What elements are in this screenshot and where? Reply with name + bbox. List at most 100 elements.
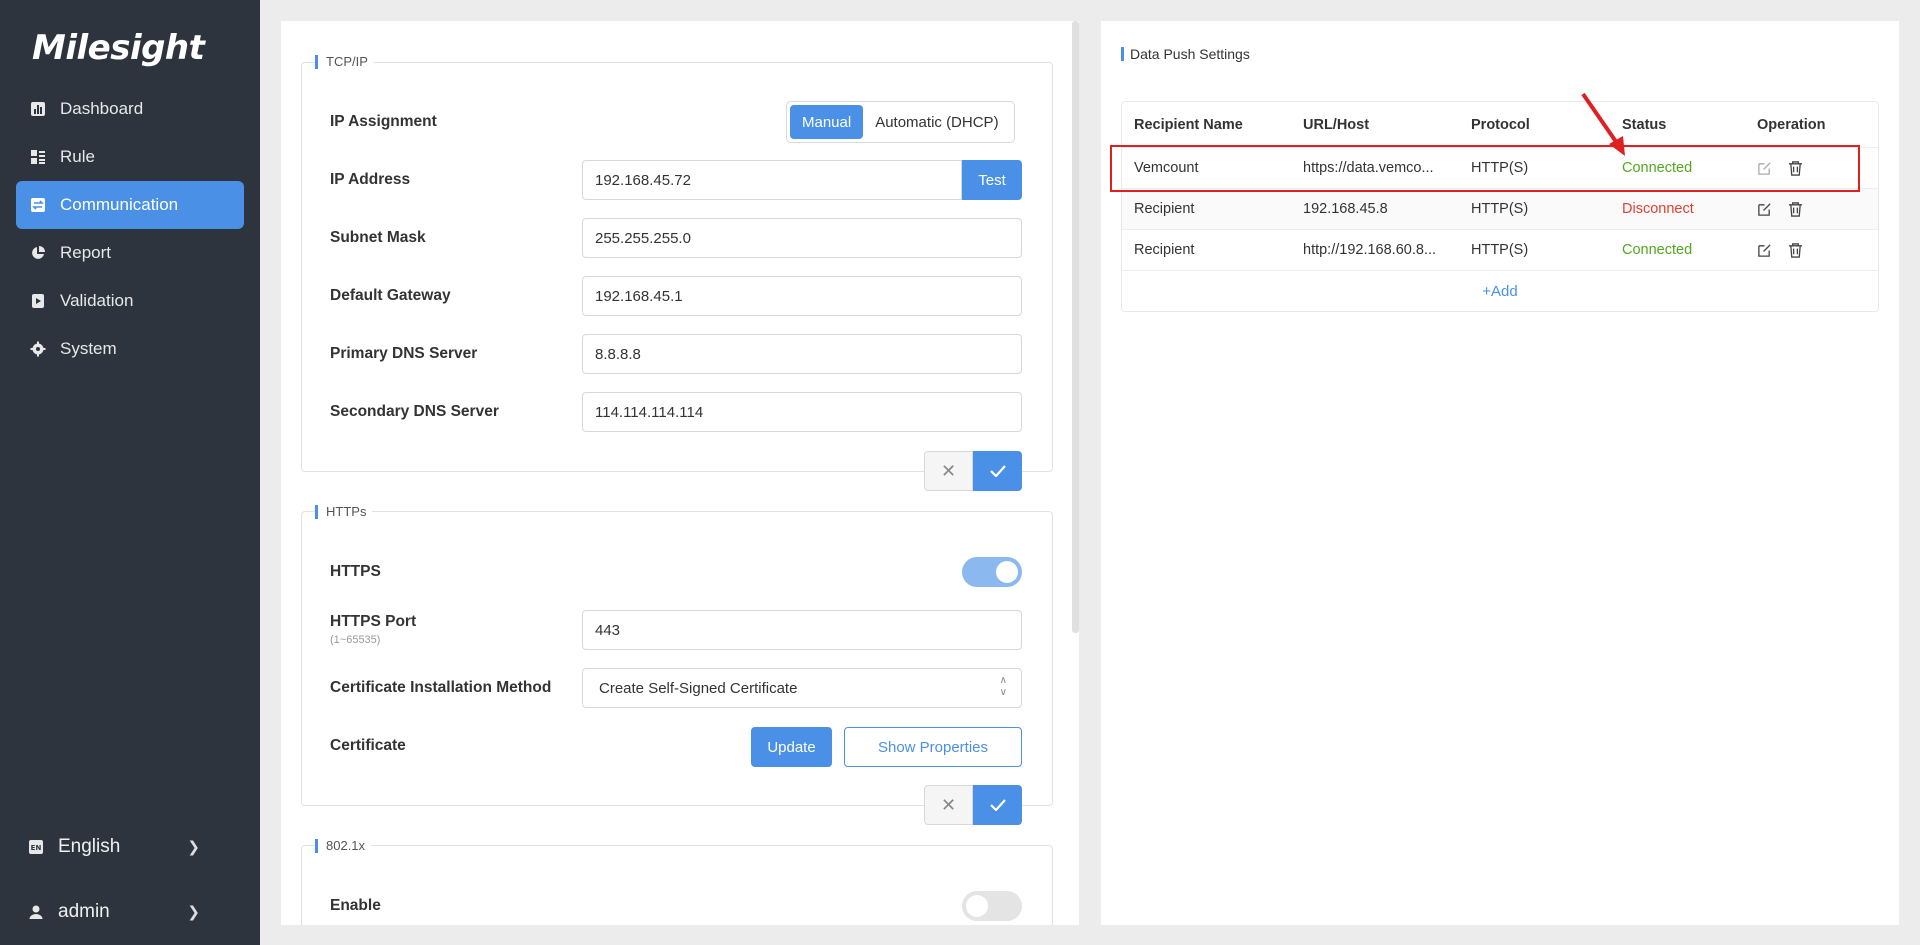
milesight-logo: Milesight bbox=[32, 28, 205, 68]
table-row: Recipient 192.168.45.8 HTTP(S) Disconnec… bbox=[1122, 189, 1878, 230]
tcpip-cancel-button[interactable]: ✕ bbox=[924, 451, 973, 491]
default-gateway-input[interactable]: 192.168.45.1 bbox=[582, 276, 1022, 316]
update-button[interactable]: Update bbox=[751, 727, 832, 767]
col-operation: Operation bbox=[1757, 116, 1826, 133]
https-port-label-text: HTTPS Port bbox=[330, 613, 417, 630]
delete-icon[interactable] bbox=[1788, 242, 1803, 258]
dot1x-fieldset bbox=[301, 845, 1053, 925]
tcpip-action-buttons: ✕ bbox=[924, 451, 1022, 491]
subnet-mask-label: Subnet Mask bbox=[330, 229, 426, 246]
secondary-dns-input[interactable]: 114.114.114.114 bbox=[582, 392, 1022, 432]
toggle-knob bbox=[996, 561, 1018, 583]
chevron-right-icon: ❯ bbox=[187, 904, 200, 921]
ip-assignment-label: IP Assignment bbox=[330, 113, 437, 130]
edit-icon[interactable] bbox=[1757, 243, 1772, 258]
cert-method-select[interactable]: Create Self-Signed Certificate ∧ ∨ bbox=[582, 668, 1022, 708]
check-icon bbox=[989, 465, 1006, 477]
col-url-host: URL/Host bbox=[1303, 116, 1370, 133]
recipient-protocol: HTTP(S) bbox=[1471, 242, 1529, 258]
table-row: Recipient http://192.168.60.8... HTTP(S)… bbox=[1122, 230, 1878, 271]
sidebar-item-rule[interactable]: Rule bbox=[16, 133, 244, 181]
default-gateway-label: Default Gateway bbox=[330, 287, 451, 304]
https-label: HTTPS bbox=[330, 563, 381, 580]
recipient-url: http://192.168.60.8... bbox=[1303, 242, 1437, 258]
close-icon: ✕ bbox=[940, 460, 957, 481]
show-properties-button[interactable]: Show Properties bbox=[844, 727, 1022, 767]
user-menu[interactable]: admin ❯ bbox=[28, 901, 228, 923]
select-arrows-icon: ∧ ∨ bbox=[999, 675, 1007, 698]
https-port-label: HTTPS Port (1~65535) bbox=[330, 613, 416, 646]
check-icon bbox=[989, 799, 1006, 811]
https-action-buttons: ✕ bbox=[924, 785, 1022, 825]
pie-chart-icon bbox=[30, 245, 46, 261]
https-confirm-button[interactable] bbox=[973, 785, 1022, 825]
chevron-right-icon: ❯ bbox=[187, 839, 200, 856]
delete-icon[interactable] bbox=[1788, 201, 1803, 217]
annotation-arrow-icon bbox=[1581, 92, 1625, 156]
ip-assignment-manual[interactable]: Manual bbox=[790, 105, 864, 139]
ip-address-label: IP Address bbox=[330, 171, 411, 188]
test-button[interactable]: Test bbox=[962, 160, 1022, 200]
language-icon: EN bbox=[28, 839, 44, 855]
close-icon: ✕ bbox=[940, 794, 957, 815]
recipient-status: Connected bbox=[1622, 242, 1693, 258]
https-cancel-button[interactable]: ✕ bbox=[924, 785, 973, 825]
tcpip-confirm-button[interactable] bbox=[973, 451, 1022, 491]
recipient-name: Recipient bbox=[1134, 201, 1195, 217]
sidebar-item-label: System bbox=[60, 339, 117, 358]
dot1x-enable-toggle[interactable] bbox=[962, 891, 1022, 921]
data-push-title: Data Push Settings bbox=[1121, 47, 1250, 61]
ip-address-input[interactable]: 192.168.45.72 bbox=[582, 160, 962, 200]
gear-icon bbox=[30, 341, 46, 357]
edit-icon[interactable] bbox=[1757, 202, 1772, 217]
user-label: admin bbox=[58, 901, 110, 922]
sidebar-nav: Dashboard Rule Communication Report Vali… bbox=[16, 85, 244, 373]
sidebar-item-report[interactable]: Report bbox=[16, 229, 244, 277]
https-port-input[interactable]: 443 bbox=[582, 610, 1022, 650]
table-header: Recipient Name URL/Host Protocol Status … bbox=[1122, 102, 1878, 148]
ip-assignment-toggle: Manual Automatic (DHCP) bbox=[786, 101, 1015, 143]
dot1x-legend: 802.1x bbox=[315, 839, 372, 853]
https-toggle[interactable] bbox=[962, 557, 1022, 587]
swap-icon bbox=[30, 197, 46, 213]
https-port-hint: (1~65535) bbox=[330, 634, 381, 646]
list-icon bbox=[30, 149, 46, 165]
sidebar-item-label: Report bbox=[60, 243, 112, 262]
row-operations bbox=[1757, 201, 1803, 217]
sidebar-item-label: Dashboard bbox=[60, 99, 144, 118]
sidebar-item-label: Communication bbox=[60, 195, 179, 214]
language-label: English bbox=[58, 836, 121, 857]
toggle-knob bbox=[966, 895, 988, 917]
sidebar: Milesight Dashboard Rule Communication R… bbox=[0, 0, 260, 945]
certificate-label: Certificate bbox=[330, 737, 406, 754]
add-recipient-button[interactable]: +Add bbox=[1122, 271, 1878, 311]
cert-method-label: Certificate Installation Method bbox=[330, 679, 552, 696]
cert-method-value: Create Self-Signed Certificate bbox=[599, 679, 798, 697]
recipient-status: Disconnect bbox=[1622, 201, 1694, 217]
https-legend: HTTPs bbox=[315, 505, 373, 519]
sidebar-item-label: Rule bbox=[60, 147, 95, 166]
user-icon bbox=[28, 904, 44, 920]
primary-dns-input[interactable]: 8.8.8.8 bbox=[582, 334, 1022, 374]
subnet-mask-input[interactable]: 255.255.255.0 bbox=[582, 218, 1022, 258]
sidebar-item-validation[interactable]: Validation bbox=[16, 277, 244, 325]
col-protocol: Protocol bbox=[1471, 116, 1530, 133]
row-operations bbox=[1757, 242, 1803, 258]
recipient-table: Recipient Name URL/Host Protocol Status … bbox=[1121, 101, 1879, 312]
dot1x-enable-label: Enable bbox=[330, 897, 381, 914]
ip-assignment-dhcp[interactable]: Automatic (DHCP) bbox=[863, 105, 1010, 139]
secondary-dns-label: Secondary DNS Server bbox=[330, 403, 499, 420]
language-selector[interactable]: EN English ❯ bbox=[28, 836, 228, 858]
sidebar-item-communication[interactable]: Communication bbox=[16, 181, 244, 229]
recipient-protocol: HTTP(S) bbox=[1471, 201, 1529, 217]
validation-icon bbox=[30, 293, 46, 309]
sidebar-item-system[interactable]: System bbox=[16, 325, 244, 373]
tcpip-legend: TCP/IP bbox=[315, 55, 374, 69]
left-panel-scrollbar[interactable] bbox=[1072, 21, 1079, 633]
recipient-url: 192.168.45.8 bbox=[1303, 201, 1388, 217]
recipient-name: Recipient bbox=[1134, 242, 1195, 258]
highlight-box bbox=[1110, 145, 1860, 192]
col-recipient-name: Recipient Name bbox=[1134, 116, 1243, 133]
primary-dns-label: Primary DNS Server bbox=[330, 345, 478, 362]
sidebar-item-dashboard[interactable]: Dashboard bbox=[16, 85, 244, 133]
